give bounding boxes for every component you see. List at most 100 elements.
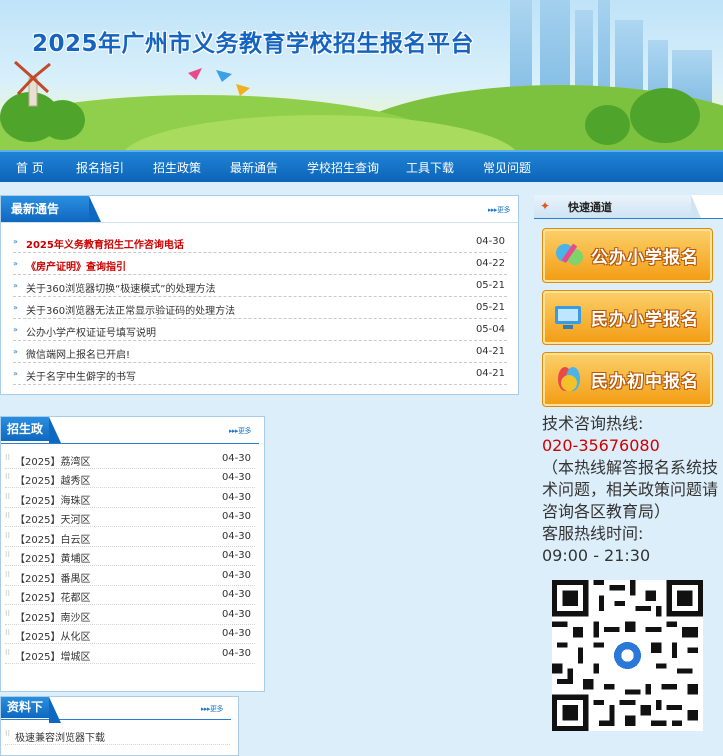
bullet-icon: » — [13, 281, 18, 290]
policy-more-link[interactable]: ▸▸▸更多 — [229, 426, 252, 436]
quick-channel-header: ✦ 快速通道 — [534, 195, 723, 219]
policy-item[interactable]: ⁝⁝ 【2025】天河区 04-30 — [5, 508, 255, 527]
download-item-title[interactable]: 极速兼容浏览器下载 — [15, 729, 105, 744]
news-item[interactable]: » 关于360浏览器切换“极速模式”的处理方法 05-21 — [13, 276, 507, 297]
policy-item-title[interactable]: 【2025】从化区 — [15, 628, 90, 643]
policy-item-title[interactable]: 【2025】增城区 — [15, 648, 90, 663]
nav-home[interactable]: 首 页 — [16, 159, 44, 176]
policy-item-title[interactable]: 【2025】天河区 — [15, 511, 90, 526]
policy-item[interactable]: ⁝⁝ 【2025】南沙区 04-30 — [5, 606, 255, 625]
policy-item-title[interactable]: 【2025】番禺区 — [15, 570, 90, 585]
policy-item-date: 04-30 — [221, 492, 251, 503]
policy-item-title[interactable]: 【2025】白云区 — [15, 531, 90, 546]
policy-item-date: 04-30 — [221, 453, 251, 464]
main-nav: 首 页 报名指引 招生政策 最新通告 学校招生查询 工具下载 常见问题 — [0, 150, 723, 182]
button-label: 民办初中报名 — [591, 372, 699, 392]
policy-item-title[interactable]: 【2025】海珠区 — [15, 492, 90, 507]
policy-item-date: 04-30 — [221, 628, 251, 639]
news-more-link[interactable]: ▸▸▸更多 — [488, 205, 511, 215]
bullet-icon: ⁝⁝ — [5, 492, 11, 501]
bullet-icon: » — [13, 369, 18, 378]
policy-item-date: 04-30 — [221, 609, 251, 620]
bullet-icon: ⁝⁝ — [5, 570, 11, 579]
news-item-title[interactable]: 关于360浏览器切换“极速模式”的处理方法 — [26, 280, 215, 295]
nav-policy[interactable]: 招生政策 — [153, 159, 201, 176]
button-label: 民办小学报名 — [591, 310, 699, 330]
hotline-phone: 020-35676080 — [542, 436, 660, 455]
bullet-icon: ⁝⁝ — [5, 729, 11, 738]
policy-item[interactable]: ⁝⁝ 【2025】花都区 04-30 — [5, 586, 255, 605]
policy-item[interactable]: ⁝⁝ 【2025】越秀区 04-30 — [5, 469, 255, 488]
quick-channel-tab: ✦ 快速通道 — [534, 195, 701, 218]
news-item[interactable]: » 2025年义务教育招生工作咨询电话 04-30 — [13, 232, 507, 253]
private-junior-register-button[interactable]: 民办初中报名 — [542, 352, 713, 407]
policy-item-title[interactable]: 【2025】花都区 — [15, 589, 90, 604]
policy-item[interactable]: ⁝⁝ 【2025】白云区 04-30 — [5, 528, 255, 547]
hotline-hours-label: 客服热线时间: — [542, 524, 644, 543]
nav-guide[interactable]: 报名指引 — [76, 159, 124, 176]
policy-item[interactable]: ⁝⁝ 【2025】荔湾区 04-30 — [5, 450, 255, 469]
bullet-icon: ⁝⁝ — [5, 550, 11, 559]
news-item-date: 05-04 — [475, 324, 505, 335]
bullet-icon: » — [13, 237, 18, 246]
downloads-panel: 资料下载 ▸▸▸更多 ⁝⁝ 极速兼容浏览器下载 — [0, 696, 239, 756]
bullet-icon: ⁝⁝ — [5, 609, 11, 618]
header-banner: 2025年广州市义务教育学校招生报名平台 — [0, 0, 723, 150]
policy-item-date: 04-30 — [221, 550, 251, 561]
bullet-icon: » — [13, 325, 18, 334]
policy-item-title[interactable]: 【2025】越秀区 — [15, 472, 90, 487]
policy-item[interactable]: ⁝⁝ 【2025】黄埔区 04-30 — [5, 547, 255, 566]
qr-code-image — [552, 580, 703, 731]
news-item-title[interactable]: 2025年义务教育招生工作咨询电话 — [26, 236, 184, 251]
downloads-more-link[interactable]: ▸▸▸更多 — [201, 704, 224, 714]
public-primary-register-button[interactable]: 公办小学报名 — [542, 228, 713, 283]
hotline-info: 技术咨询热线: 020-35676080 （本热线解答报名系统技术问题，相关政策… — [542, 413, 723, 567]
news-item-date: 04-30 — [475, 236, 505, 247]
hotline-note: （本热线解答报名系统技术问题，相关政策问题请咨询各区教育局） — [542, 458, 719, 521]
news-item-title[interactable]: 《房产证明》查询指引 — [26, 258, 126, 273]
policy-item[interactable]: ⁝⁝ 【2025】番禺区 04-30 — [5, 567, 255, 586]
news-item-date: 05-21 — [475, 280, 505, 291]
policy-item-title[interactable]: 【2025】黄埔区 — [15, 550, 90, 565]
policy-item[interactable]: ⁝⁝ 【2025】从化区 04-30 — [5, 625, 255, 644]
windmill-icon — [14, 60, 51, 107]
news-panel-title: 最新通告 — [1, 196, 101, 222]
policy-item-title[interactable]: 【2025】荔湾区 — [15, 453, 90, 468]
banner-tree — [585, 105, 630, 145]
policy-item-date: 04-30 — [221, 570, 251, 581]
policy-item[interactable]: ⁝⁝ 【2025】增城区 04-30 — [5, 645, 255, 664]
news-item[interactable]: » 关于360浏览器无法正常显示验证码的处理方法 05-21 — [13, 298, 507, 319]
news-item[interactable]: » 公办小学产权证证号填写说明 05-04 — [13, 320, 507, 341]
news-item-date: 04-22 — [475, 258, 505, 269]
nav-faq[interactable]: 常见问题 — [483, 159, 531, 176]
policy-item[interactable]: ⁝⁝ 【2025】海珠区 04-30 — [5, 489, 255, 508]
hotline-hours: 09:00 - 21:30 — [542, 546, 651, 565]
news-item-title[interactable]: 关于360浏览器无法正常显示验证码的处理方法 — [26, 302, 235, 317]
policy-item-date: 04-30 — [221, 648, 251, 659]
nav-school-query[interactable]: 学校招生查询 — [307, 159, 379, 176]
nav-notices[interactable]: 最新通告 — [230, 159, 278, 176]
news-panel-header: 最新通告 ▸▸▸更多 — [1, 196, 518, 223]
bullet-icon: ⁝⁝ — [5, 511, 11, 520]
news-item-date: 04-21 — [475, 368, 505, 379]
policy-item-date: 04-30 — [221, 511, 251, 522]
policy-panel: 招生政策 ▸▸▸更多 ⁝⁝ 【2025】荔湾区 04-30 ⁝⁝ 【2025】越秀区 0… — [0, 416, 265, 692]
news-item-title[interactable]: 公办小学产权证证号填写说明 — [26, 324, 156, 339]
bullet-icon: ⁝⁝ — [5, 628, 11, 637]
policy-item-date: 04-30 — [221, 472, 251, 483]
private-primary-register-button[interactable]: 民办小学报名 — [542, 290, 713, 345]
policy-item-title[interactable]: 【2025】南沙区 — [15, 609, 90, 624]
news-item[interactable]: » 《房产证明》查询指引 04-22 — [13, 254, 507, 275]
news-item-title[interactable]: 关于名字中生僻字的书写 — [26, 368, 136, 383]
news-panel: 最新通告 ▸▸▸更多 » 2025年义务教育招生工作咨询电话 04-30 » 《房产证… — [0, 195, 519, 395]
site-title: 2025年广州市义务教育学校招生报名平台 — [32, 31, 475, 57]
bullet-icon: ⁝⁝ — [5, 531, 11, 540]
downloads-panel-header: 资料下载 ▸▸▸更多 — [1, 697, 231, 735]
pencil-children-icon — [556, 243, 583, 265]
quick-channel-title: 快速通道 — [568, 201, 612, 214]
news-item-title[interactable]: 微信端网上报名已开启! — [26, 346, 130, 361]
downloads-panel-title: 资料下载 — [1, 697, 61, 735]
nav-tools[interactable]: 工具下载 — [406, 159, 454, 176]
news-item[interactable]: » 关于名字中生僻字的书写 04-21 — [13, 364, 507, 385]
news-item[interactable]: » 微信端网上报名已开启! 04-21 — [13, 342, 507, 363]
